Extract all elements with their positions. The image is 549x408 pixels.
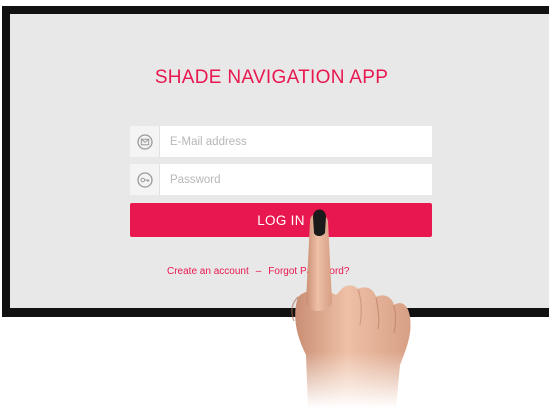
login-button[interactable]: LOG IN: [130, 203, 432, 237]
device-frame: SHADE NAVIGATION APP E-Mail address LOG …: [2, 6, 549, 317]
email-field[interactable]: [130, 126, 432, 157]
app-screen: SHADE NAVIGATION APP E-Mail address LOG …: [10, 14, 549, 308]
stage: SHADE NAVIGATION APP E-Mail address LOG …: [0, 0, 549, 408]
envelope-icon: [130, 126, 160, 157]
forgot-password-link[interactable]: Forgot Password?: [268, 266, 349, 277]
app-title: SHADE NAVIGATION APP: [154, 67, 389, 88]
auth-links: Create an account – Forgot Password?: [167, 266, 349, 277]
create-account-link[interactable]: Create an account: [167, 266, 249, 277]
links-separator: –: [255, 266, 262, 277]
login-button-label: LOG IN: [257, 212, 305, 228]
password-field[interactable]: [130, 164, 432, 195]
password-input[interactable]: [160, 165, 432, 194]
email-input[interactable]: [160, 127, 432, 156]
key-icon: [130, 164, 160, 195]
